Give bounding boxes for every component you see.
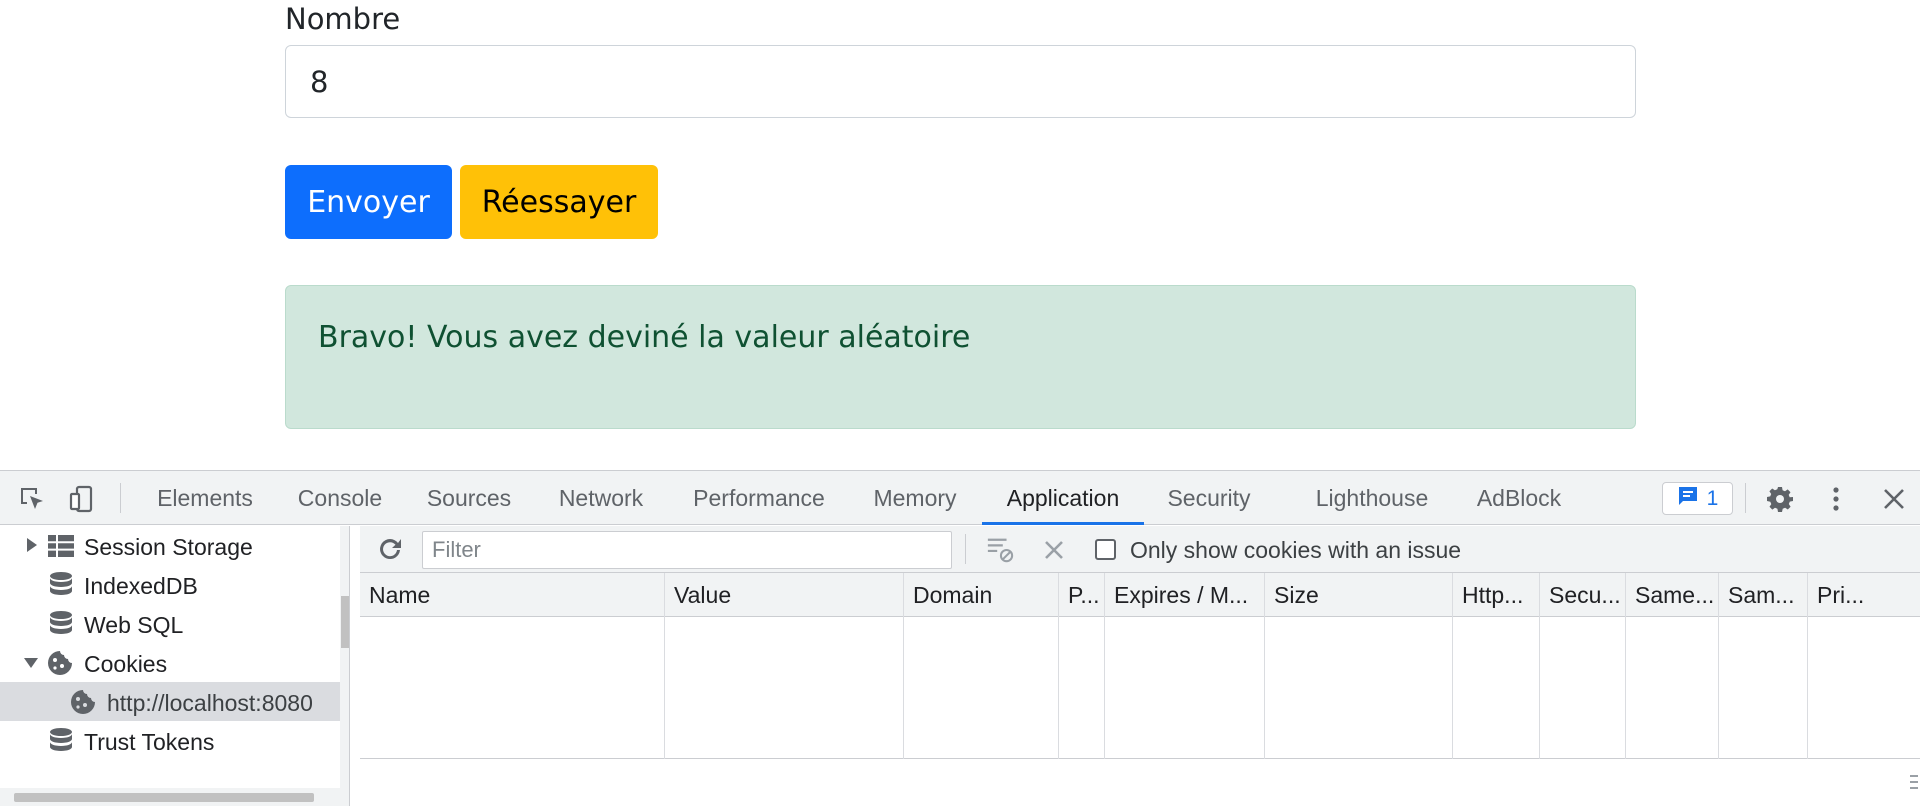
tab-adblock[interactable]: AdBlock <box>1466 471 1572 525</box>
tab-network[interactable]: Network <box>542 471 660 525</box>
column-divider <box>1539 617 1540 759</box>
column-header-value[interactable]: Value <box>665 573 904 617</box>
cookies-panel: Only show cookies with an issue Name Val… <box>360 526 1920 806</box>
toolbar-divider <box>120 483 121 513</box>
tab-memory[interactable]: Memory <box>858 471 972 525</box>
issues-button[interactable]: 1 <box>1662 482 1733 515</box>
web-page: Nombre Envoyer Réessayer Bravo! Vous ave… <box>0 0 1920 470</box>
sidebar-item-trust-tokens[interactable]: Trust Tokens <box>0 721 340 760</box>
gear-icon[interactable] <box>1766 485 1794 513</box>
more-options-icon[interactable] <box>1822 485 1850 513</box>
sidebar-item-session-storage[interactable]: Session Storage <box>0 526 340 565</box>
cookies-table-header: Name Value Domain P... Expires / M... Si… <box>360 573 1920 617</box>
filter-input[interactable] <box>422 531 952 569</box>
scrollbar-thumb[interactable] <box>341 596 349 648</box>
devtools-panel: Elements Console Sources Network Perform… <box>0 470 1920 806</box>
inspect-element-icon[interactable] <box>18 485 46 513</box>
column-header-size[interactable]: Size <box>1265 573 1453 617</box>
sidebar-vertical-scrollbar[interactable] <box>340 526 349 806</box>
scrollbar-thumb[interactable] <box>14 793 314 802</box>
tab-elements[interactable]: Elements <box>142 471 268 525</box>
column-header-httponly[interactable]: Http... <box>1453 573 1540 617</box>
column-divider <box>1104 617 1105 759</box>
expand-arrow-icon[interactable] <box>27 538 37 552</box>
sidebar-item-cookies[interactable]: Cookies <box>0 643 340 682</box>
database-icon <box>47 571 75 599</box>
table-icon <box>47 532 75 560</box>
retry-button[interactable]: Réessayer <box>460 165 658 239</box>
tab-sources[interactable]: Sources <box>412 471 526 525</box>
number-label: Nombre <box>285 2 401 36</box>
sidebar-item-label: Web SQL <box>84 612 184 638</box>
column-divider <box>1452 617 1453 759</box>
device-toolbar-icon[interactable] <box>68 485 96 513</box>
toolbar-divider <box>965 534 966 564</box>
column-divider <box>1058 617 1059 759</box>
issues-count: 1 <box>1706 486 1719 510</box>
tab-lighthouse[interactable]: Lighthouse <box>1302 471 1442 525</box>
column-header-sameparty[interactable]: Sam... <box>1719 573 1808 617</box>
panel-resize-grip[interactable] <box>1908 766 1920 802</box>
column-divider <box>903 617 904 759</box>
only-issues-checkbox[interactable] <box>1095 539 1116 560</box>
cookies-table: Name Value Domain P... Expires / M... Si… <box>360 573 1920 759</box>
column-divider <box>664 617 665 759</box>
success-alert: Bravo! Vous avez deviné la valeur aléato… <box>285 285 1636 429</box>
number-input[interactable] <box>285 45 1636 118</box>
tab-console[interactable]: Console <box>284 471 396 525</box>
refresh-icon[interactable] <box>376 535 404 563</box>
column-header-priority[interactable]: Pri... <box>1808 573 1920 617</box>
column-divider <box>1264 617 1265 759</box>
alert-text: Bravo! Vous avez deviné la valeur aléato… <box>318 320 971 355</box>
cookie-preview-area <box>360 760 1920 803</box>
column-divider <box>1625 617 1626 759</box>
devtools-tabbar: Elements Console Sources Network Perform… <box>0 471 1920 525</box>
column-header-domain[interactable]: Domain <box>904 573 1059 617</box>
cookie-icon <box>69 688 97 716</box>
sidebar-horizontal-scrollbar[interactable] <box>0 788 340 806</box>
sidebar-item-label: Session Storage <box>84 534 253 560</box>
sidebar-item-label: IndexedDB <box>84 573 198 599</box>
sidebar-item-label: http://localhost:8080 <box>107 690 313 716</box>
column-header-name[interactable]: Name <box>360 573 665 617</box>
column-divider <box>1807 617 1808 759</box>
database-icon <box>47 727 75 755</box>
tab-performance[interactable]: Performance <box>676 471 842 525</box>
delete-selected-icon[interactable] <box>1040 536 1068 564</box>
toolbar-divider <box>1745 483 1746 513</box>
sidebar-item-label: Cookies <box>84 651 168 677</box>
column-divider <box>1718 617 1719 759</box>
column-header-expires[interactable]: Expires / M... <box>1105 573 1265 617</box>
sidebar-item-label: Trust Tokens <box>84 729 215 755</box>
sidebar-item-indexeddb[interactable]: IndexedDB <box>0 565 340 604</box>
application-sidebar: Session Storage IndexedDB Web SQL Cookie… <box>0 526 350 806</box>
column-header-samesite[interactable]: Same... <box>1626 573 1719 617</box>
cookies-toolbar: Only show cookies with an issue <box>360 526 1920 573</box>
column-header-path[interactable]: P... <box>1059 573 1105 617</box>
clear-filtered-cookies-icon[interactable] <box>986 536 1014 564</box>
column-header-secure[interactable]: Secu... <box>1540 573 1626 617</box>
collapse-arrow-icon[interactable] <box>24 658 38 668</box>
only-issues-label: Only show cookies with an issue <box>1130 537 1462 563</box>
database-icon <box>47 610 75 638</box>
send-button[interactable]: Envoyer <box>285 165 452 239</box>
issue-message-icon <box>1677 485 1699 513</box>
cookie-icon <box>46 649 74 677</box>
sidebar-item-web-sql[interactable]: Web SQL <box>0 604 340 643</box>
tab-security[interactable]: Security <box>1156 471 1262 525</box>
close-icon[interactable] <box>1880 485 1908 513</box>
tab-application[interactable]: Application <box>982 471 1144 525</box>
sidebar-item-localhost-cookies[interactable]: http://localhost:8080 <box>0 682 340 721</box>
